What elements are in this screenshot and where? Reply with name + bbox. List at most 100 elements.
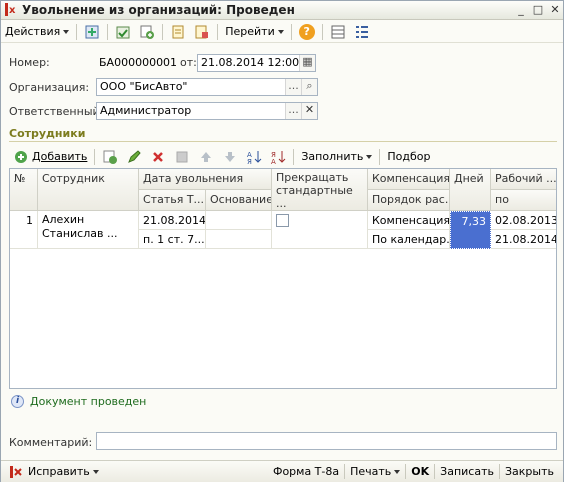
column-header-to[interactable]: по <box>491 190 556 211</box>
column-header-article[interactable]: Статья Т... <box>139 190 206 211</box>
table-cell-compensation[interactable]: Компенсация <box>368 211 450 230</box>
structure-icon <box>172 25 184 38</box>
close-label: Закрыть <box>505 465 554 478</box>
maximize-button[interactable]: □ <box>530 3 546 18</box>
select-ellipsis-button[interactable]: ... <box>285 79 301 95</box>
table-cell-basis-top[interactable] <box>206 211 272 230</box>
table-cell-stop-standard <box>272 211 368 249</box>
add-label: Добавить <box>32 150 88 163</box>
employees-toolbar: Добавить AЯ ЯA Заполнить Подбор <box>9 146 557 167</box>
search-icon[interactable]: ⌕ <box>301 79 317 95</box>
goto-label: Перейти <box>225 25 275 38</box>
date-label: от: <box>180 56 197 69</box>
posted-status: i Документ проведен <box>11 395 146 408</box>
column-header-basis[interactable]: Основание <box>206 190 272 211</box>
save-disabled-icon <box>176 151 188 162</box>
table-cell-employee[interactable]: Алехин Станислав ... <box>38 211 139 249</box>
svg-text:A: A <box>271 158 276 165</box>
form-t8a-label: Форма Т-8а <box>272 465 340 478</box>
add-row-button[interactable]: Добавить <box>9 147 91 167</box>
arrow-down-icon <box>225 151 236 162</box>
actions-label: Действия <box>5 25 61 38</box>
move-down-button[interactable] <box>218 147 242 167</box>
select-button[interactable]: Подбор <box>383 147 434 167</box>
column-header-dismissal-date[interactable]: Дата увольнения <box>139 169 272 190</box>
fix-label: Исправить <box>28 465 90 478</box>
column-header-compensation[interactable]: Компенсация <box>368 169 450 190</box>
fill-menu[interactable]: Заполнить <box>297 147 376 167</box>
pencil-icon <box>128 149 142 163</box>
edit-row-button[interactable] <box>122 147 146 167</box>
table-cell-dismissal-date[interactable]: 21.08.2014 <box>139 211 206 230</box>
movements-icon <box>195 25 209 38</box>
table-cell-article[interactable]: п. 1 ст. 7... <box>139 230 206 249</box>
print-menu[interactable]: Печать <box>345 462 405 482</box>
close-button[interactable]: Закрыть <box>500 462 559 482</box>
calendar-icon[interactable]: ▦ <box>299 55 315 71</box>
chevron-down-icon <box>366 154 373 159</box>
posted-status-text: Документ проведен <box>30 395 147 408</box>
save-button[interactable]: Записать <box>435 462 499 482</box>
table-cell-days-selected[interactable]: 7,33 <box>450 211 491 249</box>
delete-icon <box>153 151 164 162</box>
close-window-button[interactable]: ✕ <box>547 3 563 18</box>
end-edit-button[interactable] <box>170 147 194 167</box>
chevron-down-icon <box>394 469 401 474</box>
add-icon <box>15 150 27 163</box>
post-close-icon <box>85 25 99 38</box>
save-label: Записать <box>440 465 494 478</box>
copy-row-button[interactable] <box>98 147 122 167</box>
clear-icon[interactable]: ✕ <box>301 103 317 119</box>
actions-menu[interactable]: Действия <box>1 22 73 42</box>
employees-table: № Сотрудник Дата увольнения Статья Т... … <box>9 168 557 389</box>
date-field[interactable]: 21.08.2014 12:00:00 ▦ <box>197 54 316 72</box>
move-up-button[interactable] <box>194 147 218 167</box>
comment-field[interactable] <box>96 432 557 450</box>
structure-button[interactable] <box>166 22 190 42</box>
copy-icon <box>140 25 155 39</box>
table-cell-basis[interactable] <box>206 230 272 249</box>
comment-label: Комментарий: <box>9 436 93 449</box>
column-header-employee[interactable]: Сотрудник <box>38 169 139 211</box>
copy-row-icon <box>103 150 118 164</box>
sort-asc-button[interactable]: AЯ <box>242 147 266 167</box>
column-header-stop-standard[interactable]: Прекращать стандартные ... <box>272 169 368 211</box>
column-header-num[interactable]: № <box>10 169 38 211</box>
table-cell-num: 1 <box>10 211 38 249</box>
help-button[interactable]: ? <box>295 22 319 42</box>
post-button[interactable] <box>111 22 135 42</box>
table-cell-calc-order[interactable]: По календар... <box>368 230 450 249</box>
help-icon: ? <box>298 23 315 40</box>
document-icon: x <box>4 3 18 17</box>
column-header-days[interactable]: Дней <box>450 169 491 211</box>
sort-desc-button[interactable]: ЯA <box>266 147 290 167</box>
organization-label: Организация: <box>9 81 90 94</box>
select-ellipsis-button[interactable]: ... <box>285 103 301 119</box>
organization-field[interactable]: ООО "БисАвто" ... ⌕ <box>96 78 318 96</box>
ok-button[interactable]: OK <box>406 462 434 482</box>
chevron-down-icon <box>277 29 284 34</box>
window-title: Увольнение из организаций: Проведен <box>22 3 295 17</box>
main-toolbar: Действия Перейти ? <box>1 21 563 43</box>
settings-list-button[interactable] <box>350 22 374 42</box>
select-label: Подбор <box>387 150 431 163</box>
post-and-close-button[interactable] <box>80 22 104 42</box>
table-cell-work-to[interactable]: 21.08.2014 <box>491 230 556 249</box>
movements-button[interactable] <box>190 22 214 42</box>
list-view-button[interactable] <box>326 22 350 42</box>
goto-menu[interactable]: Перейти <box>221 22 288 42</box>
column-header-calc-order[interactable]: Порядок рас... <box>368 190 450 211</box>
fix-menu[interactable]: Исправить <box>3 462 104 482</box>
responsible-value: Администратор <box>100 104 192 117</box>
fill-label: Заполнить <box>301 150 364 163</box>
stop-standard-checkbox[interactable] <box>276 214 289 227</box>
minimize-button[interactable]: _ <box>513 3 529 18</box>
column-header-work-period[interactable]: Рабочий ... <box>491 169 556 190</box>
table-cell-work-from[interactable]: 02.08.2013 <box>491 211 556 230</box>
sort-desc-icon: ЯA <box>271 150 286 165</box>
delete-row-button[interactable] <box>146 147 170 167</box>
form-t8a-button[interactable]: Форма Т-8а <box>268 462 344 482</box>
title-bar: x Увольнение из организаций: Проведен _ … <box>1 1 563 20</box>
copy-button[interactable] <box>135 22 159 42</box>
responsible-field[interactable]: Администратор ... ✕ <box>96 102 318 120</box>
